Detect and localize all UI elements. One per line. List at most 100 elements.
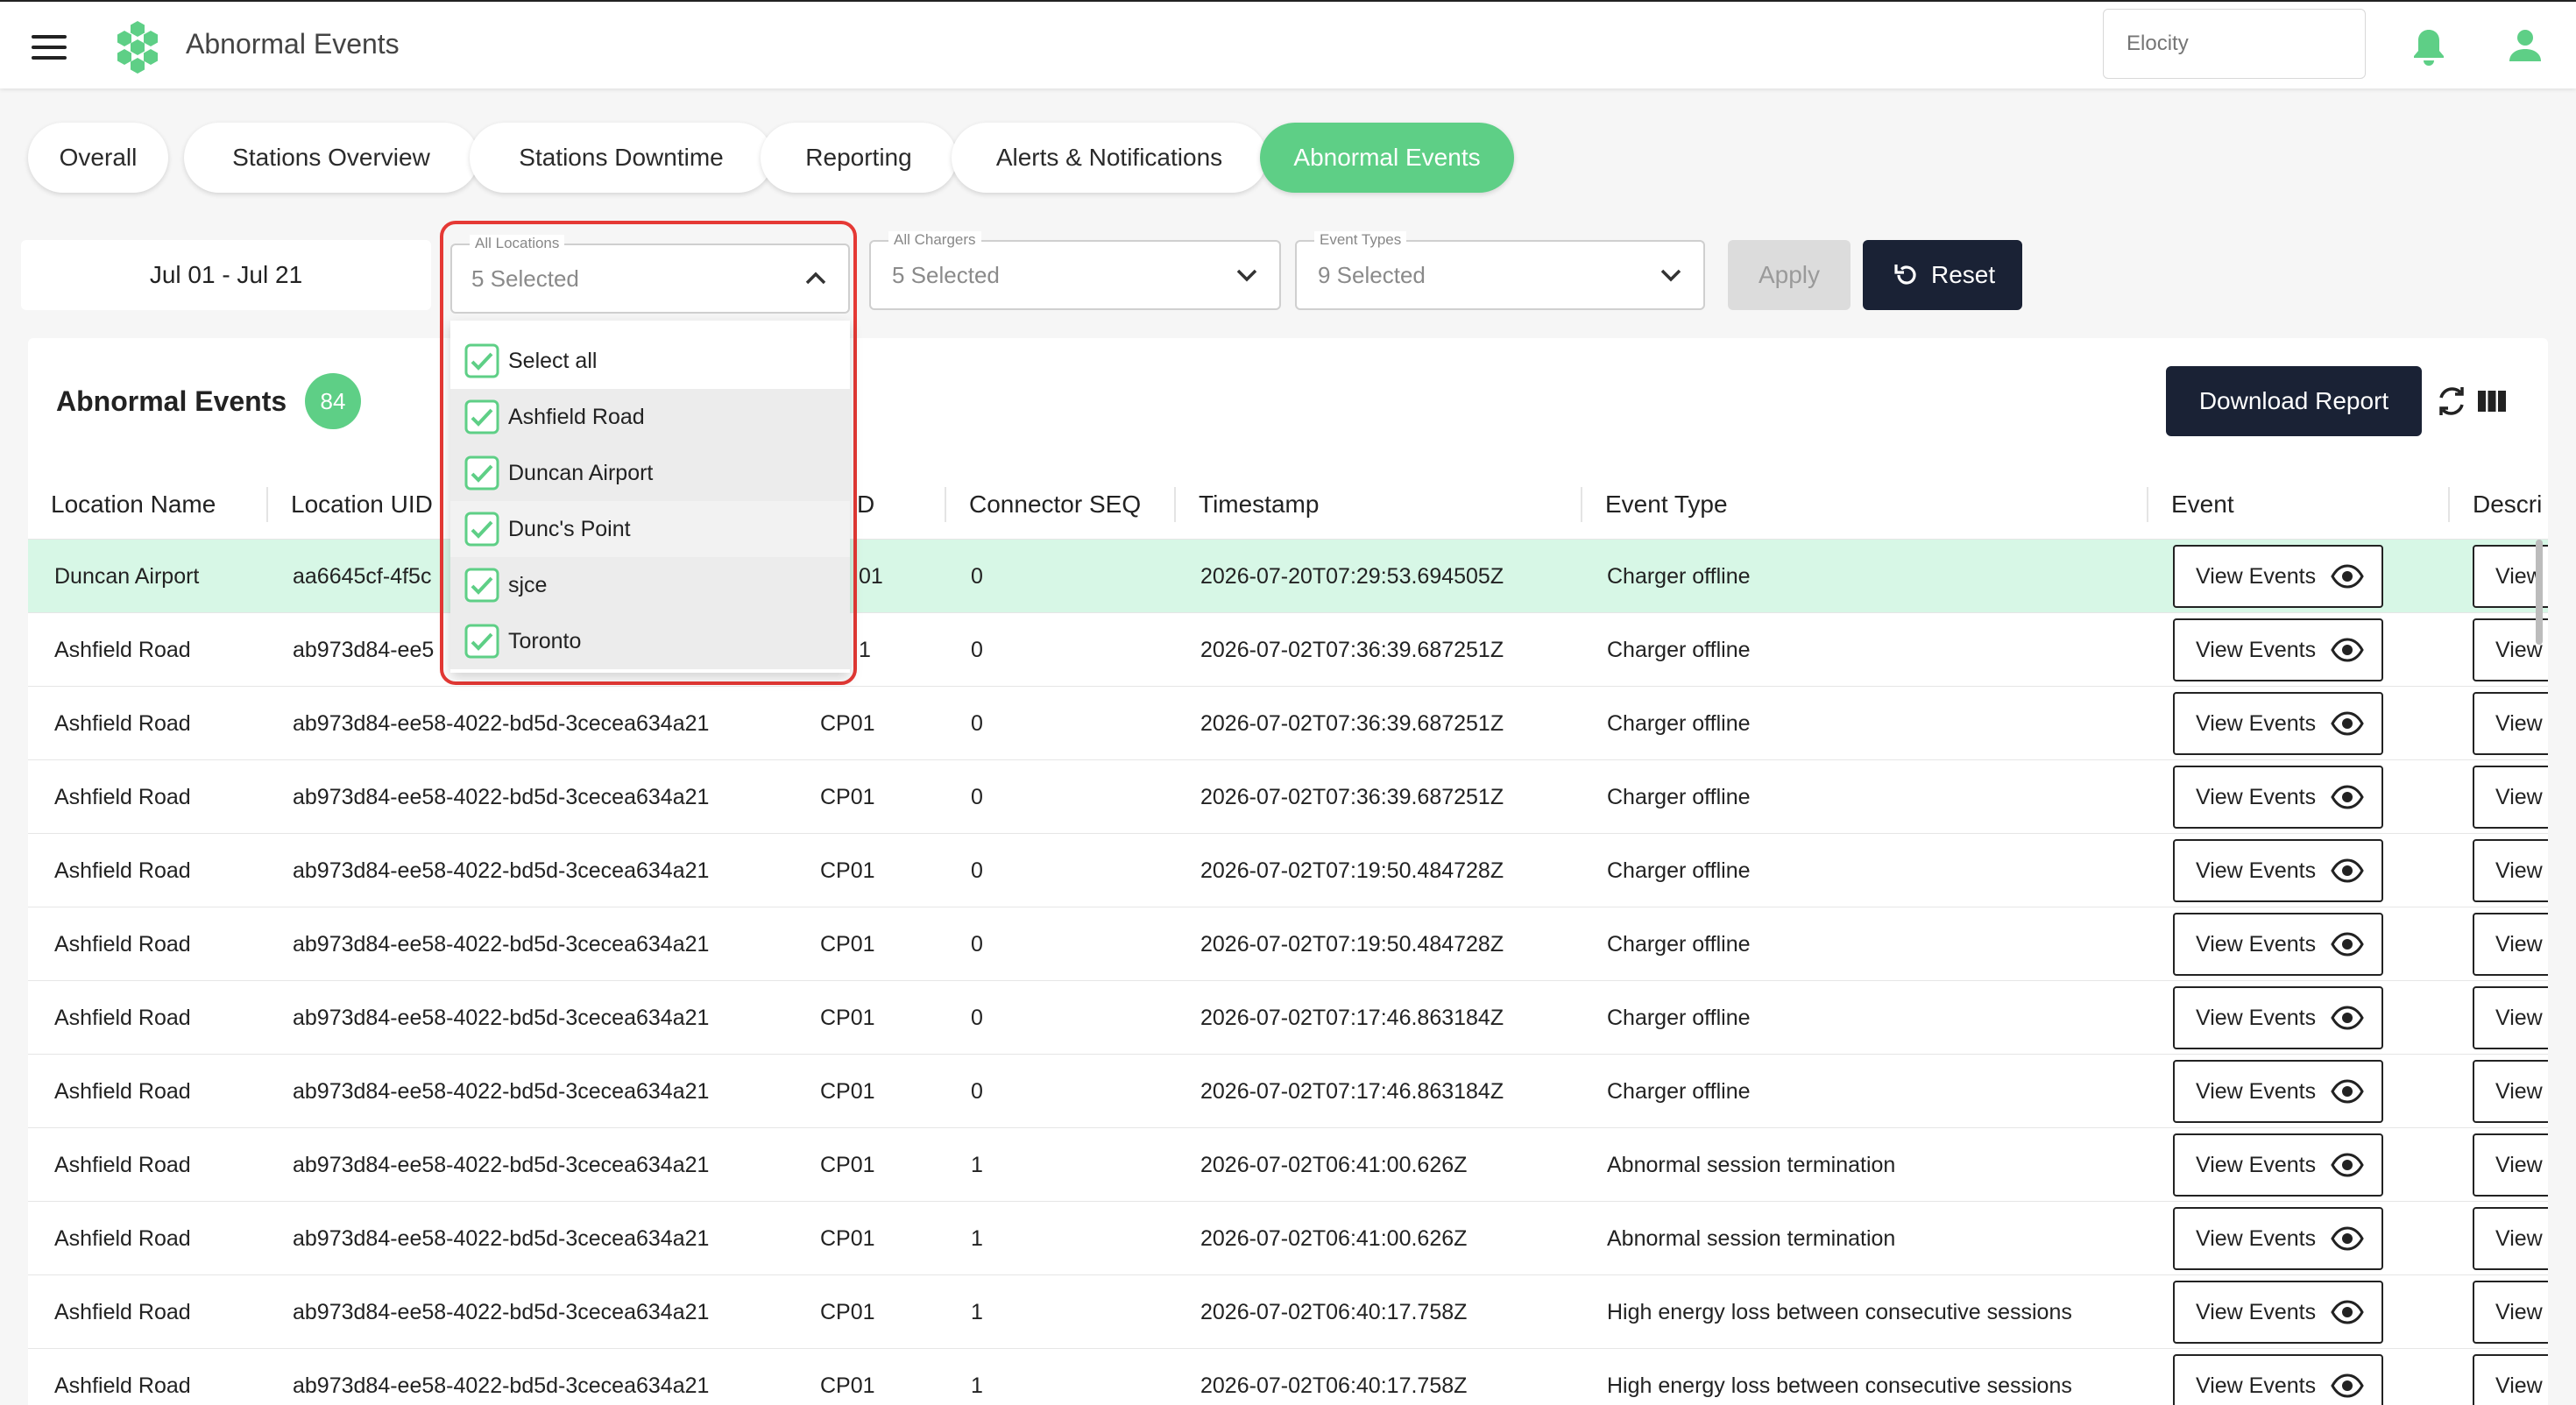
cell-timestamp: 2026-07-02T06:40:17.758Z bbox=[1200, 1300, 1468, 1324]
table-row[interactable]: Ashfield Road ab973d84-ee58-4022-bd5d-3ce… bbox=[28, 981, 2548, 1055]
view-events-label: View Events bbox=[2196, 932, 2317, 957]
view-events-button[interactable]: View Events bbox=[2173, 766, 2383, 829]
tab-reporting[interactable]: Reporting bbox=[761, 123, 957, 193]
view-events-button[interactable]: View Events bbox=[2173, 1207, 2383, 1270]
date-range-picker[interactable]: Jul 01 - Jul 21 bbox=[21, 240, 431, 310]
download-report-button[interactable]: Download Report bbox=[2166, 366, 2422, 436]
view-events-button[interactable]: View Events bbox=[2173, 618, 2383, 681]
view-events-label: View Events bbox=[2196, 1153, 2317, 1177]
organization-input[interactable] bbox=[2103, 9, 2366, 79]
view-events-button[interactable]: View Events bbox=[2173, 545, 2383, 608]
col-location-uid[interactable]: Location UID bbox=[266, 487, 433, 522]
col-description[interactable]: Descri bbox=[2448, 487, 2542, 522]
vertical-scrollbar[interactable] bbox=[2536, 540, 2543, 645]
location-option[interactable]: Select all bbox=[450, 333, 850, 389]
card-title: Abnormal Events bbox=[56, 385, 287, 417]
tab-alerts-notifications[interactable]: Alerts & Notifications bbox=[952, 123, 1267, 193]
notification-bell-icon[interactable] bbox=[2411, 28, 2446, 67]
location-option[interactable]: Dunc's Point bbox=[450, 501, 850, 557]
event-types-value: 9 Selected bbox=[1318, 262, 1426, 288]
view-events-button[interactable]: View Events bbox=[2173, 913, 2383, 976]
view-events-label: View Events bbox=[2196, 1079, 2317, 1104]
view-description-button[interactable]: View bbox=[2473, 1060, 2548, 1123]
view-description-button[interactable]: View bbox=[2473, 986, 2548, 1049]
apply-button[interactable]: Apply bbox=[1728, 240, 1851, 310]
checkbox-checked-icon[interactable] bbox=[464, 624, 499, 659]
col-charger-id[interactable]: D bbox=[857, 470, 874, 540]
view-events-button[interactable]: View Events bbox=[2173, 986, 2383, 1049]
col-location-name[interactable]: Location Name bbox=[28, 470, 216, 540]
locations-select[interactable]: All Locations 5 Selected bbox=[450, 235, 850, 314]
col-connector-seq[interactable]: Connector SEQ bbox=[945, 487, 1141, 522]
col-timestamp[interactable]: Timestamp bbox=[1174, 487, 1319, 522]
table-row[interactable]: Ashfield Road ab973d84-ee58-4022-bd5d-3ce… bbox=[28, 760, 2548, 834]
eye-icon bbox=[2331, 564, 2364, 589]
cell-location-name: Ashfield Road bbox=[54, 1079, 191, 1104]
view-description-label: View bbox=[2495, 1006, 2543, 1030]
view-events-button[interactable]: View Events bbox=[2173, 692, 2383, 755]
location-option[interactable]: Ashfield Road bbox=[450, 389, 850, 445]
table-row[interactable]: Ashfield Road ab973d84-ee58-4022-bd5d-3ce… bbox=[28, 834, 2548, 907]
checkbox-checked-icon[interactable] bbox=[464, 343, 499, 378]
menu-icon[interactable] bbox=[32, 35, 67, 60]
cell-connector-seq: 1 bbox=[971, 1373, 983, 1398]
table-row[interactable]: Ashfield Road ab973d84-ee58-4022-bd5d-3ce… bbox=[28, 687, 2548, 760]
eye-icon bbox=[2331, 858, 2364, 883]
location-option-label: Select all bbox=[508, 349, 598, 373]
view-events-label: View Events bbox=[2196, 1226, 2317, 1251]
view-events-button[interactable]: View Events bbox=[2173, 839, 2383, 902]
table-row[interactable]: Ashfield Road ab973d84-ee58-4022-bd5d-3ce… bbox=[28, 907, 2548, 981]
view-description-button[interactable]: View bbox=[2473, 913, 2548, 976]
chargers-select[interactable]: All Chargers 5 Selected bbox=[869, 231, 1281, 310]
cell-charger-id: CP01 bbox=[820, 1373, 875, 1398]
reset-button[interactable]: Reset bbox=[1863, 240, 2022, 310]
checkbox-checked-icon[interactable] bbox=[464, 399, 499, 434]
location-option[interactable]: sjce bbox=[450, 557, 850, 613]
table-row[interactable]: Ashfield Road ab973d84-ee58-4022-bd5d-3ce… bbox=[28, 1128, 2548, 1202]
location-option[interactable]: Duncan Airport bbox=[450, 445, 850, 501]
cell-location-name: Duncan Airport bbox=[54, 564, 200, 589]
cell-timestamp: 2026-07-02T07:17:46.863184Z bbox=[1200, 1006, 1504, 1030]
col-event[interactable]: Event bbox=[2147, 487, 2234, 522]
eye-icon bbox=[2331, 711, 2364, 736]
checkbox-checked-icon[interactable] bbox=[464, 512, 499, 547]
view-events-button[interactable]: View Events bbox=[2173, 1281, 2383, 1344]
cell-charger-id: CP01 bbox=[820, 1006, 875, 1030]
view-description-button[interactable]: View bbox=[2473, 692, 2548, 755]
cell-connector-seq: 1 bbox=[971, 1153, 983, 1177]
tab-stations-overview[interactable]: Stations Overview bbox=[184, 123, 478, 193]
view-description-button[interactable]: View bbox=[2473, 1354, 2548, 1405]
user-icon[interactable] bbox=[2508, 28, 2543, 63]
view-events-button[interactable]: View Events bbox=[2173, 1133, 2383, 1197]
col-event-type[interactable]: Event Type bbox=[1581, 487, 1728, 522]
checkbox-checked-icon[interactable] bbox=[464, 455, 499, 491]
location-option[interactable]: Toronto bbox=[450, 613, 850, 669]
view-description-button[interactable]: View bbox=[2473, 766, 2548, 829]
table-row[interactable]: Duncan Airport aa6645cf-4f5c 01 0 2026-07-20… bbox=[28, 540, 2548, 613]
table-row[interactable]: Ashfield Road ab973d84-ee58-4022-bd5d-3ce… bbox=[28, 1055, 2548, 1128]
tab-overall[interactable]: Overall bbox=[28, 123, 168, 193]
table-row[interactable]: Ashfield Road ab973d84-ee58-4022-bd5d-3ce… bbox=[28, 1275, 2548, 1349]
event-count-badge: 84 bbox=[305, 373, 361, 429]
columns-icon[interactable] bbox=[2476, 387, 2508, 415]
view-description-button[interactable]: View bbox=[2473, 1133, 2548, 1197]
refresh-icon[interactable] bbox=[2434, 384, 2469, 419]
cell-location-name: Ashfield Road bbox=[54, 1153, 191, 1177]
table-row[interactable]: Ashfield Road ab973d84-ee58-4022-bd5d-3ce… bbox=[28, 1349, 2548, 1405]
table-row[interactable]: Ashfield Road ab973d84-ee58-4022-bd5d-3ce… bbox=[28, 1202, 2548, 1275]
cell-event-type: Charger offline bbox=[1607, 785, 1751, 809]
view-description-button[interactable]: View bbox=[2473, 839, 2548, 902]
cell-timestamp: 2026-07-02T07:36:39.687251Z bbox=[1200, 711, 1504, 736]
view-description-button[interactable]: View bbox=[2473, 1207, 2548, 1270]
view-events-button[interactable]: View Events bbox=[2173, 1060, 2383, 1123]
view-description-button[interactable]: View bbox=[2473, 1281, 2548, 1344]
cell-timestamp: 2026-07-20T07:29:53.694505Z bbox=[1200, 564, 1504, 589]
event-types-select[interactable]: Event Types 9 Selected bbox=[1295, 231, 1705, 310]
tab-stations-downtime[interactable]: Stations Downtime bbox=[470, 123, 773, 193]
cell-location-uid: ab973d84-ee58-4022-bd5d-3cecea634a21 bbox=[293, 1300, 710, 1324]
view-events-button[interactable]: View Events bbox=[2173, 1354, 2383, 1405]
cell-timestamp: 2026-07-02T07:36:39.687251Z bbox=[1200, 638, 1504, 662]
tab-abnormal-events[interactable]: Abnormal Events bbox=[1260, 123, 1514, 193]
table-row[interactable]: Ashfield Road ab973d84-ee5 1 0 2026-07-02T07… bbox=[28, 613, 2548, 687]
checkbox-checked-icon[interactable] bbox=[464, 568, 499, 603]
